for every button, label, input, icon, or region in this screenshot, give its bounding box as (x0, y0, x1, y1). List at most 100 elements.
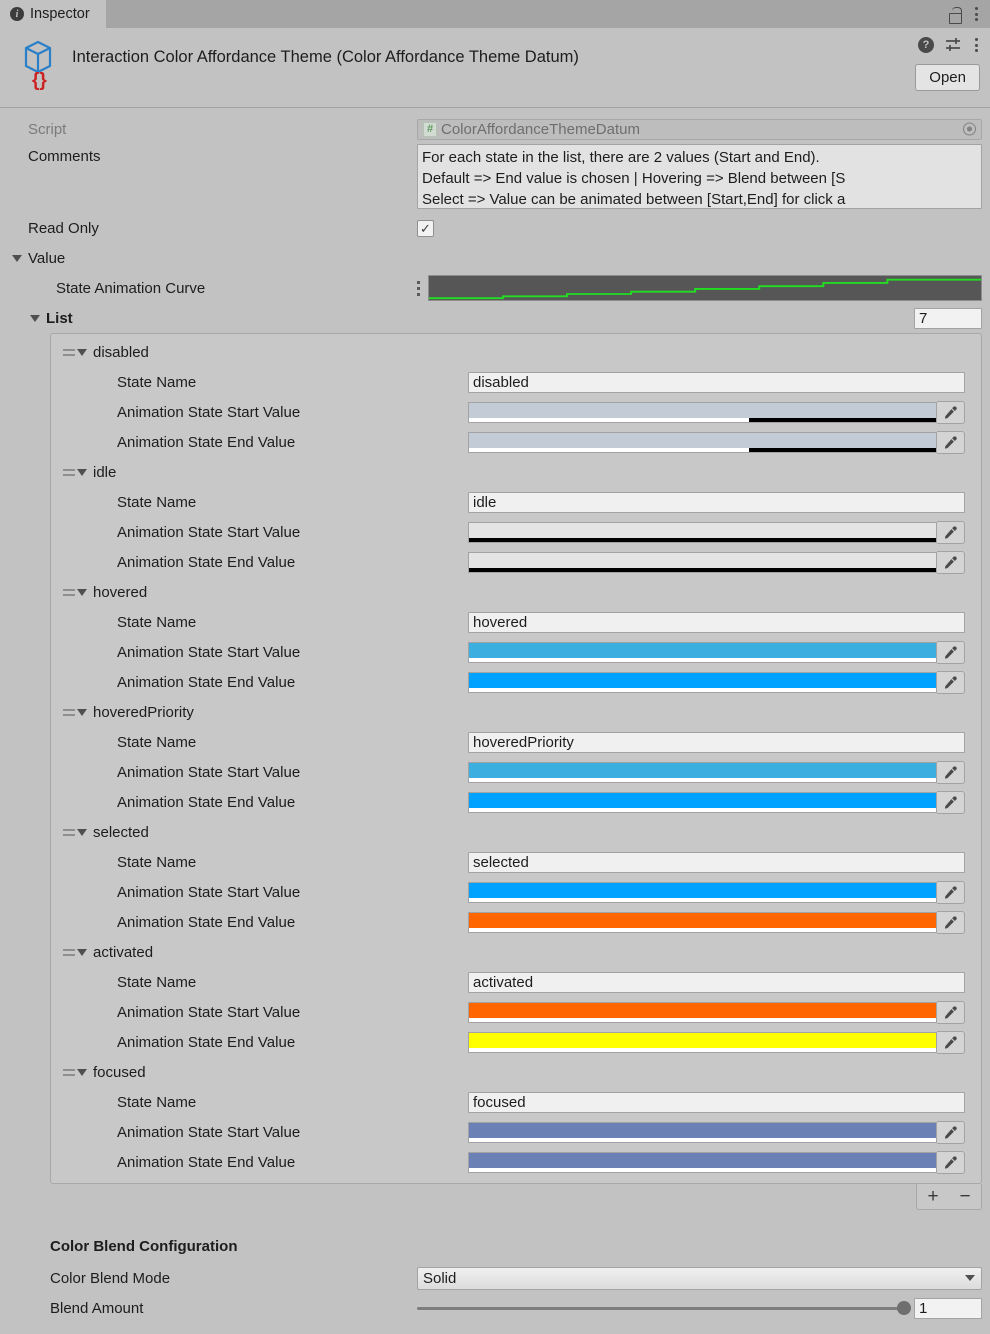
preset-settings-icon[interactable] (945, 37, 962, 53)
drag-handle-icon[interactable] (63, 828, 75, 837)
blend-amount-slider[interactable] (417, 1301, 911, 1315)
animation-state-end-color-swatch[interactable] (468, 1151, 937, 1173)
animation-state-end-color-wrap (468, 1150, 965, 1174)
eyedropper-button[interactable] (937, 400, 965, 424)
animation-state-end-color-swatch[interactable] (468, 431, 937, 453)
chevron-down-icon[interactable] (77, 468, 87, 476)
list-item-title: idle (93, 463, 117, 481)
list-item-header[interactable]: hovered (51, 577, 981, 607)
eyedropper-button[interactable] (937, 790, 965, 814)
read-only-checkbox[interactable]: ✓ (417, 219, 434, 237)
animation-state-start-color-swatch[interactable] (468, 1121, 937, 1143)
eyedropper-button[interactable] (937, 520, 965, 544)
animation-state-start-color-wrap (468, 1000, 965, 1024)
list-size-input[interactable]: 7 (914, 307, 982, 329)
state-name-input[interactable]: disabled (468, 371, 965, 393)
read-only-label: Read Only (28, 219, 99, 237)
animation-state-end-color-swatch[interactable] (468, 791, 937, 813)
eyedropper-button[interactable] (937, 640, 965, 664)
animation-state-start-color-swatch[interactable] (468, 521, 937, 543)
eyedropper-button[interactable] (937, 760, 965, 784)
chevron-down-icon[interactable] (77, 948, 87, 956)
animation-state-end-color-swatch[interactable] (468, 551, 937, 573)
chevron-down-icon[interactable] (30, 314, 40, 322)
state-name-input[interactable]: activated (468, 971, 965, 993)
remove-item-button[interactable]: − (949, 1187, 981, 1206)
eyedropper-icon (944, 525, 957, 539)
animation-state-start-color-wrap (468, 520, 965, 544)
object-header: {} Interaction Color Affordance Theme (C… (0, 28, 990, 108)
object-picker-icon[interactable] (963, 122, 976, 136)
list-item-header[interactable]: idle (51, 457, 981, 487)
list-add-remove-group: + − (916, 1184, 982, 1210)
animation-state-start-color-swatch[interactable] (468, 401, 937, 423)
list-item: idle State Name idle Animation State Sta… (51, 457, 981, 577)
open-button[interactable]: Open (915, 64, 980, 91)
list-item-header[interactable]: hoveredPriority (51, 697, 981, 727)
list-item-header[interactable]: disabled (51, 337, 981, 367)
animation-state-end-value-label: Animation State End Value (117, 553, 296, 571)
animation-state-start-color-swatch[interactable] (468, 761, 937, 783)
eyedropper-button[interactable] (937, 910, 965, 934)
animation-state-end-value-label: Animation State End Value (117, 1153, 296, 1171)
comments-textarea[interactable]: For each state in the list, there are 2 … (417, 144, 982, 209)
drag-handle-icon[interactable] (63, 348, 75, 357)
animation-state-start-color-swatch[interactable] (468, 881, 937, 903)
drag-handle-icon[interactable] (63, 468, 75, 477)
drag-handle-icon[interactable] (63, 588, 75, 597)
eyedropper-button[interactable] (937, 670, 965, 694)
state-name-input[interactable]: hovered (468, 611, 965, 633)
eyedropper-button[interactable] (937, 550, 965, 574)
lock-icon[interactable] (948, 6, 962, 24)
tab-inspector[interactable]: i Inspector (0, 0, 106, 28)
animation-state-end-color-swatch[interactable] (468, 1031, 937, 1053)
animation-state-start-color-wrap (468, 880, 965, 904)
drag-handle-icon[interactable] (63, 708, 75, 717)
slider-handle[interactable] (897, 1301, 911, 1315)
eyedropper-button[interactable] (937, 430, 965, 454)
blend-amount-slider-wrap: 1 (417, 1297, 982, 1319)
animation-state-start-color-wrap (468, 640, 965, 664)
color-blend-mode-dropdown[interactable]: Solid (417, 1266, 982, 1290)
chevron-down-icon[interactable] (77, 828, 87, 836)
chevron-down-icon[interactable] (77, 348, 87, 356)
script-field[interactable]: # ColorAffordanceThemeDatum (417, 118, 982, 140)
eyedropper-button[interactable] (937, 1030, 965, 1054)
eyedropper-icon (944, 885, 957, 899)
eyedropper-button[interactable] (937, 1000, 965, 1024)
drag-handle-icon[interactable] (63, 948, 75, 957)
kebab-menu-icon[interactable] (973, 36, 980, 54)
chevron-down-icon[interactable] (77, 1068, 87, 1076)
eyedropper-button[interactable] (937, 1150, 965, 1174)
state-name-input[interactable]: selected (468, 851, 965, 873)
list-item-header[interactable]: focused (51, 1057, 981, 1087)
animation-state-start-color-swatch[interactable] (468, 1001, 937, 1023)
state-name-input[interactable]: focused (468, 1091, 965, 1113)
chevron-down-icon[interactable] (77, 708, 87, 716)
curve-options-icon[interactable] (417, 280, 420, 296)
chevron-down-icon[interactable] (77, 588, 87, 596)
value-foldout[interactable]: Value (0, 243, 990, 273)
animation-state-start-color-swatch[interactable] (468, 641, 937, 663)
state-animation-curve[interactable] (428, 275, 982, 301)
blend-amount-input[interactable]: 1 (914, 1297, 982, 1319)
animation-state-start-value-row: Animation State Start Value (51, 757, 981, 787)
state-name-label: State Name (117, 1093, 197, 1111)
animation-state-end-color-swatch[interactable] (468, 671, 937, 693)
help-icon[interactable]: ? (918, 37, 934, 53)
state-name-input[interactable]: idle (468, 491, 965, 513)
animation-state-end-color-swatch[interactable] (468, 911, 937, 933)
list-item: hoveredPriority State Name hoveredPriori… (51, 697, 981, 817)
read-only-field-wrap: ✓ (417, 219, 982, 237)
add-item-button[interactable]: + (917, 1187, 949, 1206)
drag-handle-icon[interactable] (63, 1068, 75, 1077)
state-name-label: State Name (117, 853, 197, 871)
state-name-input[interactable]: hoveredPriority (468, 731, 965, 753)
eyedropper-button[interactable] (937, 880, 965, 904)
list-item-header[interactable]: selected (51, 817, 981, 847)
animation-state-start-value-row: Animation State Start Value (51, 997, 981, 1027)
kebab-menu-icon[interactable] (973, 5, 980, 23)
eyedropper-button[interactable] (937, 1120, 965, 1144)
list-item-header[interactable]: activated (51, 937, 981, 967)
blend-amount-label: Blend Amount (50, 1299, 144, 1317)
